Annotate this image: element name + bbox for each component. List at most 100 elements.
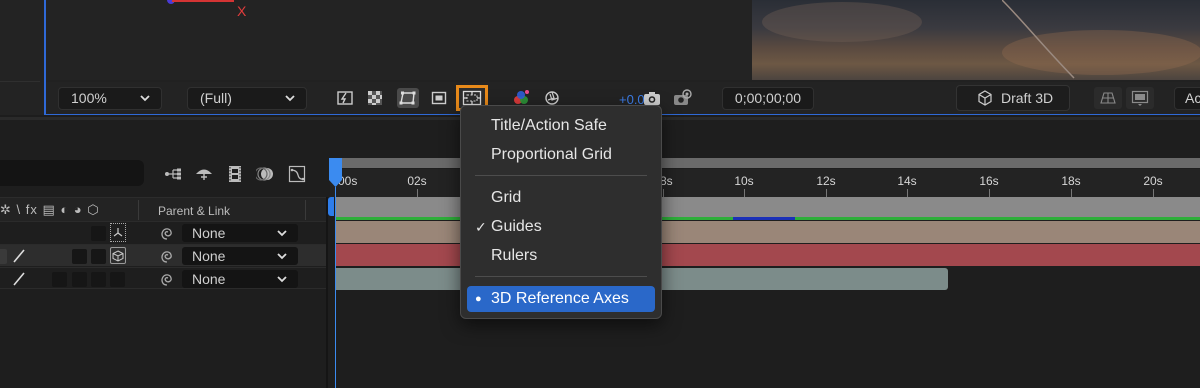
menu-item-label: Rulers (491, 247, 538, 264)
layer-row[interactable]: None (0, 221, 326, 243)
3d-layer-switch[interactable] (110, 247, 126, 264)
grid-guides-menu: Title/Action Safe Proportional Grid Grid… (460, 105, 662, 319)
chevron-down-icon (277, 230, 287, 237)
composition-canvas[interactable]: X (46, 0, 1200, 80)
quality-slash-icon[interactable] (12, 272, 26, 286)
motion-blur-icon[interactable] (255, 164, 277, 184)
quality-slash-icon[interactable] (12, 249, 26, 263)
layer-switch-box[interactable] (52, 272, 67, 287)
layer-switches-header: ✲ \ fx ▤ ◐ ◕ ⬡ (0, 202, 100, 217)
pickwhip-icon[interactable] (159, 225, 175, 241)
current-time-display[interactable]: 0;00;00;00 (722, 87, 814, 110)
menu-item-proportional-grid[interactable]: Proportional Grid (467, 142, 655, 168)
zoom-dropdown[interactable]: 100% (58, 87, 162, 110)
column-divider (138, 200, 139, 220)
menu-item-title-action-safe[interactable]: Title/Action Safe (467, 113, 655, 139)
layer-switch-box[interactable] (0, 249, 7, 264)
ruler-label: 18s (1061, 174, 1081, 188)
ruler-tick (744, 189, 745, 197)
fast-previews-icon[interactable] (334, 88, 356, 108)
pickwhip-icon[interactable] (159, 271, 175, 287)
contrail-line (1002, 0, 1075, 79)
layer-switch-box[interactable] (72, 272, 87, 287)
ruler-tick (663, 189, 664, 197)
playhead-line (335, 187, 336, 388)
ruler-label: 02s (407, 174, 427, 188)
ruler-tick (1153, 189, 1154, 197)
disk-cache-segment (733, 217, 795, 220)
viewer-left-gutter (0, 0, 44, 115)
parent-link-header: Parent & Link (158, 204, 231, 218)
gutter-divider (0, 81, 40, 82)
layer-switch-box[interactable] (91, 272, 106, 287)
menu-item-rulers[interactable]: Rulers (467, 243, 655, 269)
parent-value: None (192, 248, 226, 264)
menu-separator (475, 175, 647, 176)
show-snapshot-icon[interactable] (672, 88, 694, 108)
menu-item-grid[interactable]: Grid (467, 185, 655, 211)
ruler-label: 20s (1143, 174, 1163, 188)
parent-dropdown[interactable]: None (182, 270, 298, 288)
work-area-start-handle[interactable] (328, 197, 334, 216)
menu-item-guides[interactable]: ✓ Guides (467, 214, 655, 240)
3d-layer-switch[interactable] (110, 223, 126, 242)
parent-value: None (192, 225, 226, 241)
cube-icon (978, 90, 992, 106)
checkmark-icon: ✓ (475, 219, 487, 235)
menu-item-label: Grid (491, 189, 522, 206)
layer-row[interactable]: None (0, 244, 326, 266)
playhead-handle[interactable] (329, 158, 342, 188)
ruler-label: 12s (816, 174, 836, 188)
parent-dropdown[interactable]: None (182, 247, 298, 265)
mask-path-icon[interactable] (397, 88, 419, 108)
ruler-label: 16s (979, 174, 999, 188)
region-of-interest-icon[interactable] (428, 88, 450, 108)
cloud-shape (762, 2, 922, 42)
active-camera-dropdown[interactable]: Ac (1174, 87, 1200, 110)
menu-item-label: 3D Reference Axes (491, 290, 629, 307)
ruler-tick (417, 189, 418, 197)
layer-search-input[interactable] (0, 160, 144, 186)
ruler-label: 10s (734, 174, 754, 188)
chevron-down-icon (140, 95, 150, 102)
shy-layers-icon[interactable] (193, 164, 215, 184)
x-axis-label: X (237, 3, 247, 19)
zoom-value: 100% (71, 90, 107, 106)
ruler-tick (826, 189, 827, 197)
resolution-value: (Full) (200, 90, 232, 106)
chevron-down-icon (277, 276, 287, 283)
layer-switch-box[interactable] (91, 249, 106, 264)
ruler-tick (907, 189, 908, 197)
layer-switch-box[interactable] (110, 272, 125, 287)
composition-flowchart-icon[interactable] (163, 164, 185, 184)
x-axis-line (172, 0, 234, 2)
panel-splitter[interactable] (326, 197, 328, 388)
menu-item-label: Proportional Grid (491, 146, 612, 163)
extended-viewer-icon[interactable] (1126, 87, 1154, 109)
menu-item-label: Title/Action Safe (491, 117, 607, 134)
3d-ground-plane-icon[interactable] (1094, 87, 1122, 109)
renderer-draft-3d-button[interactable]: Draft 3D (956, 85, 1070, 111)
chevron-down-icon (285, 95, 295, 102)
menu-item-label: Guides (491, 218, 542, 235)
layer-switch-box[interactable] (91, 226, 106, 241)
parent-value: None (192, 271, 226, 287)
chevron-down-icon (277, 253, 287, 260)
ruler-label: 14s (897, 174, 917, 188)
parent-dropdown[interactable]: None (182, 224, 298, 242)
frame-blending-icon[interactable] (224, 164, 246, 184)
layer-switch-box[interactable] (72, 249, 87, 264)
pickwhip-icon[interactable] (159, 248, 175, 264)
resolution-dropdown[interactable]: (Full) (187, 87, 307, 110)
menu-separator (475, 276, 647, 277)
footage-image (752, 0, 1200, 80)
menu-item-3d-reference-axes[interactable]: ● 3D Reference Axes (467, 286, 655, 312)
column-divider (305, 200, 306, 220)
graph-editor-icon[interactable] (286, 164, 308, 184)
renderer-label: Draft 3D (1001, 90, 1054, 106)
layer-column-header: ✲ \ fx ▤ ◐ ◕ ⬡ Parent & Link (0, 197, 326, 221)
layer-row[interactable]: None (0, 267, 326, 289)
ruler-tick (989, 189, 990, 197)
transparency-grid-icon[interactable] (364, 88, 386, 108)
ruler-tick (1071, 189, 1072, 197)
